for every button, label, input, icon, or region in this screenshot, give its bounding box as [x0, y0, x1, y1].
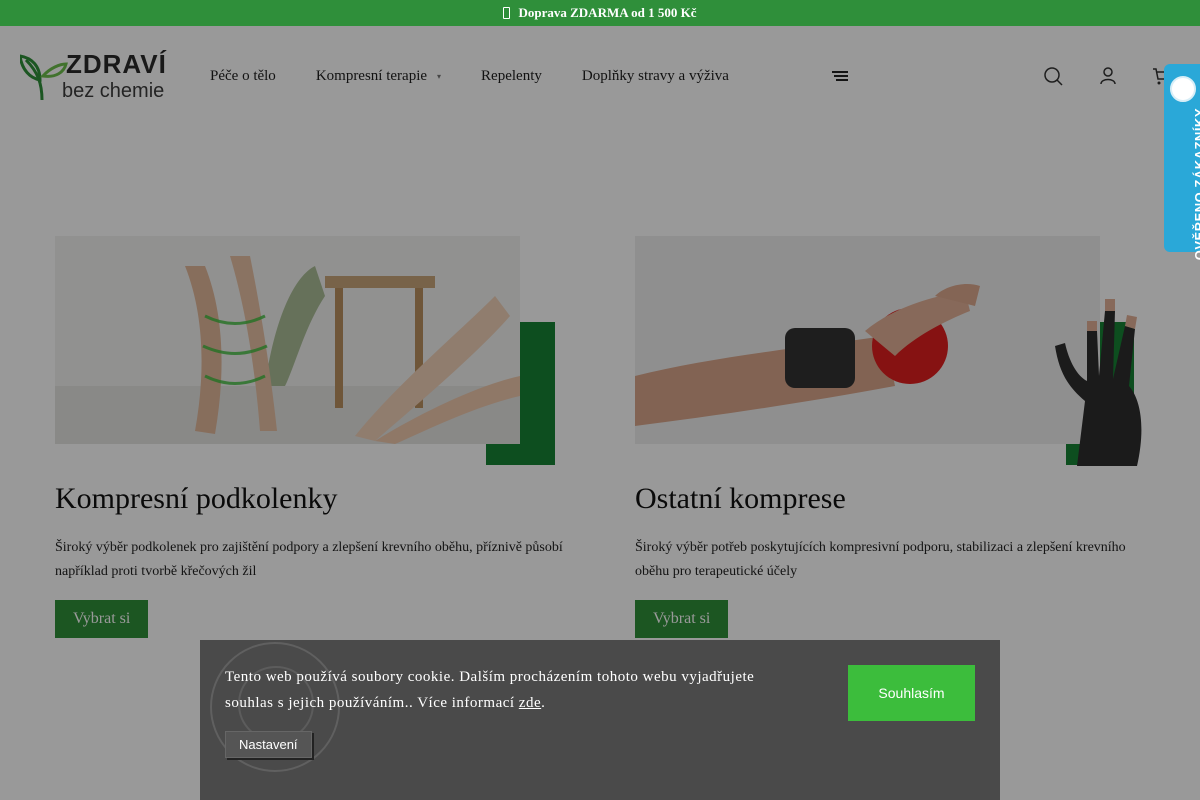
free-shipping-bar: Doprava ZDARMA od 1 500 Kč — [0, 0, 1200, 26]
cookie-banner: Tento web používá soubory cookie. Dalším… — [200, 640, 1000, 800]
cookie-message-text: Tento web používá soubory cookie. Dalším… — [225, 669, 755, 711]
seal-icon — [1170, 76, 1196, 102]
free-shipping-text: Doprava ZDARMA od 1 500 Kč — [518, 5, 697, 20]
cookie-message-suffix: . — [541, 695, 546, 711]
info-icon — [503, 7, 511, 19]
verified-by-customers-badge[interactable]: OVĚŘENO ZÁKAZNÍKY — [1164, 64, 1200, 260]
cookie-message: Tento web používá soubory cookie. Dalším… — [225, 664, 785, 716]
cookie-agree-button[interactable]: Souhlasím — [848, 665, 975, 721]
more-info-link[interactable]: zde — [519, 695, 541, 711]
cookie-settings-button[interactable]: Nastavení — [225, 731, 312, 758]
verified-badge-text: OVĚŘENO ZÁKAZNÍKY — [1192, 108, 1200, 261]
